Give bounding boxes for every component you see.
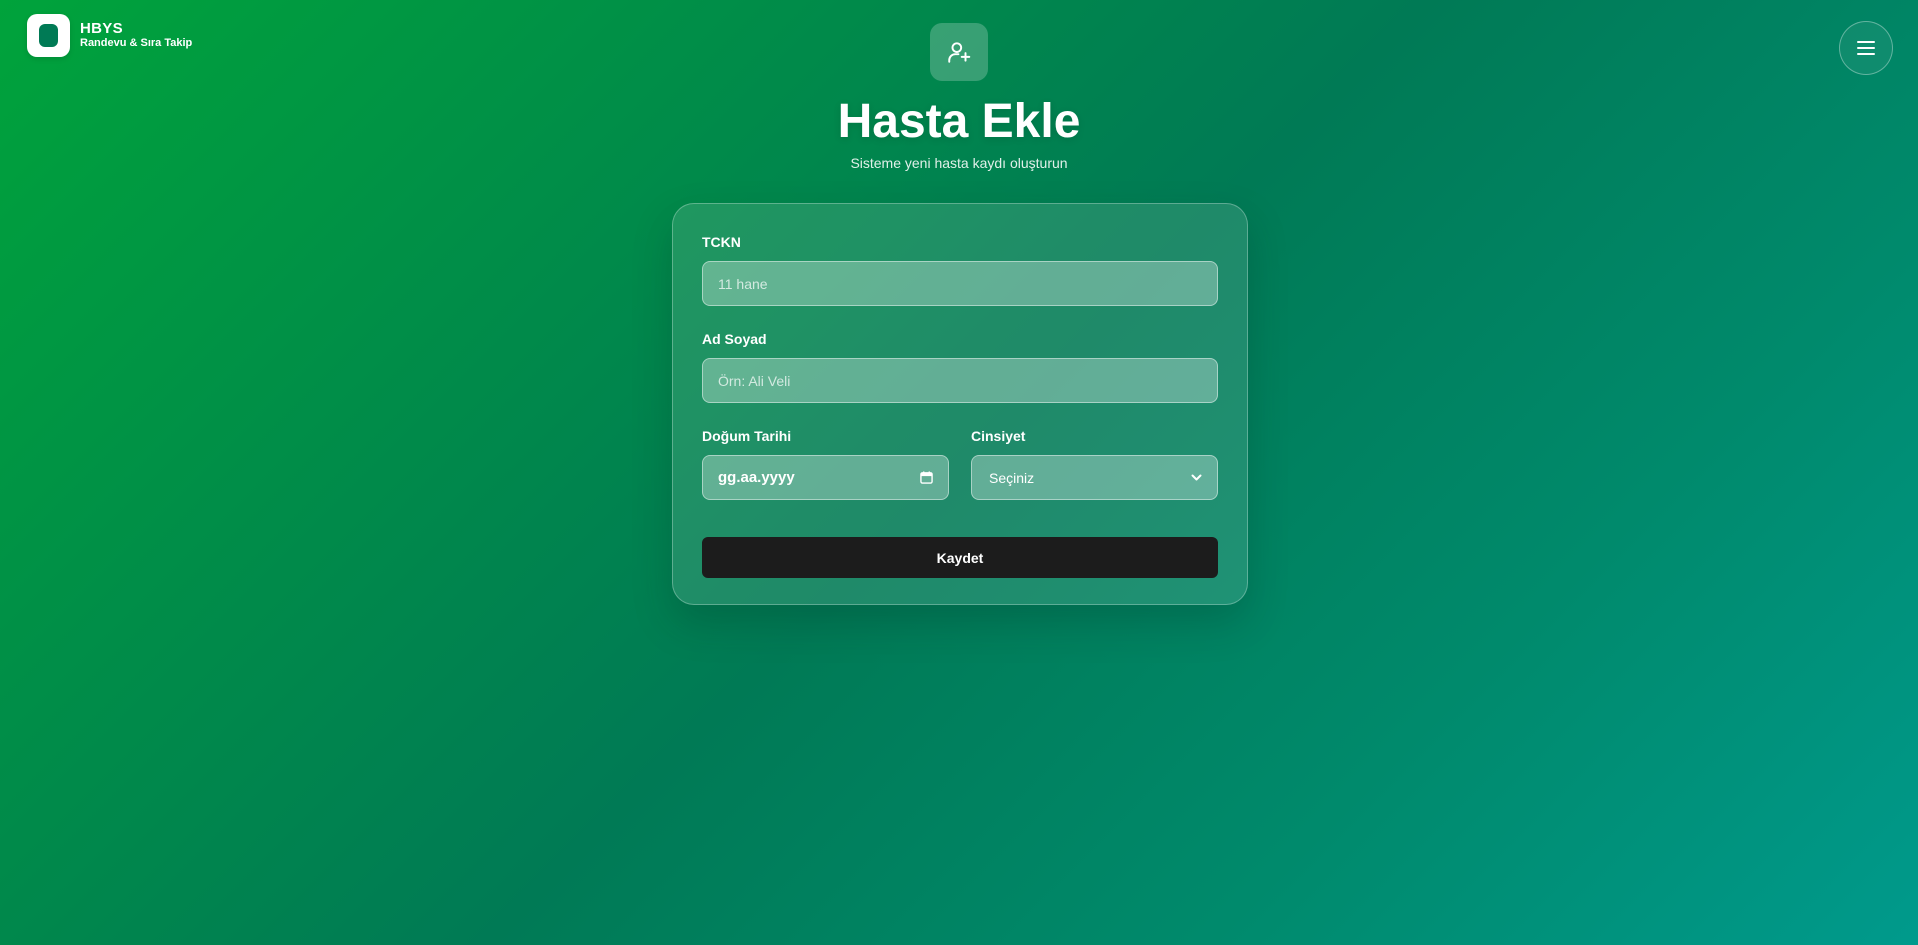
- name-field: Ad Soyad: [702, 331, 1218, 403]
- name-label: Ad Soyad: [702, 331, 767, 347]
- date-gender-row: Doğum Tarihi gg.aa.yyyy Cinsiyet Seçiniz: [702, 428, 1218, 525]
- birthdate-field: Doğum Tarihi gg.aa.yyyy: [702, 428, 949, 500]
- chevron-down-icon: [1191, 474, 1202, 480]
- patient-form-card: TCKN Ad Soyad Doğum Tarihi gg.aa.yyyy Ci…: [672, 203, 1248, 605]
- user-plus-icon: [930, 23, 988, 81]
- page-header: Hasta Ekle Sisteme yeni hasta kaydı oluş…: [0, 23, 1918, 171]
- page-title: Hasta Ekle: [837, 95, 1081, 148]
- birthdate-label: Doğum Tarihi: [702, 428, 792, 444]
- save-button[interactable]: Kaydet: [702, 537, 1218, 578]
- gender-field: Cinsiyet Seçiniz: [971, 428, 1218, 500]
- name-input[interactable]: [702, 358, 1218, 403]
- tckn-label: TCKN: [702, 234, 741, 250]
- calendar-icon[interactable]: [920, 471, 933, 484]
- tckn-field: TCKN: [702, 234, 1218, 306]
- gender-select[interactable]: Seçiniz: [971, 455, 1218, 500]
- tckn-input[interactable]: [702, 261, 1218, 306]
- page-subtitle: Sisteme yeni hasta kaydı oluşturun: [850, 155, 1068, 172]
- birthdate-value: gg.aa.yyyy: [718, 469, 795, 486]
- birthdate-input[interactable]: gg.aa.yyyy: [702, 455, 949, 500]
- gender-selected-value: Seçiniz: [989, 469, 1035, 486]
- gender-label: Cinsiyet: [971, 428, 1026, 444]
